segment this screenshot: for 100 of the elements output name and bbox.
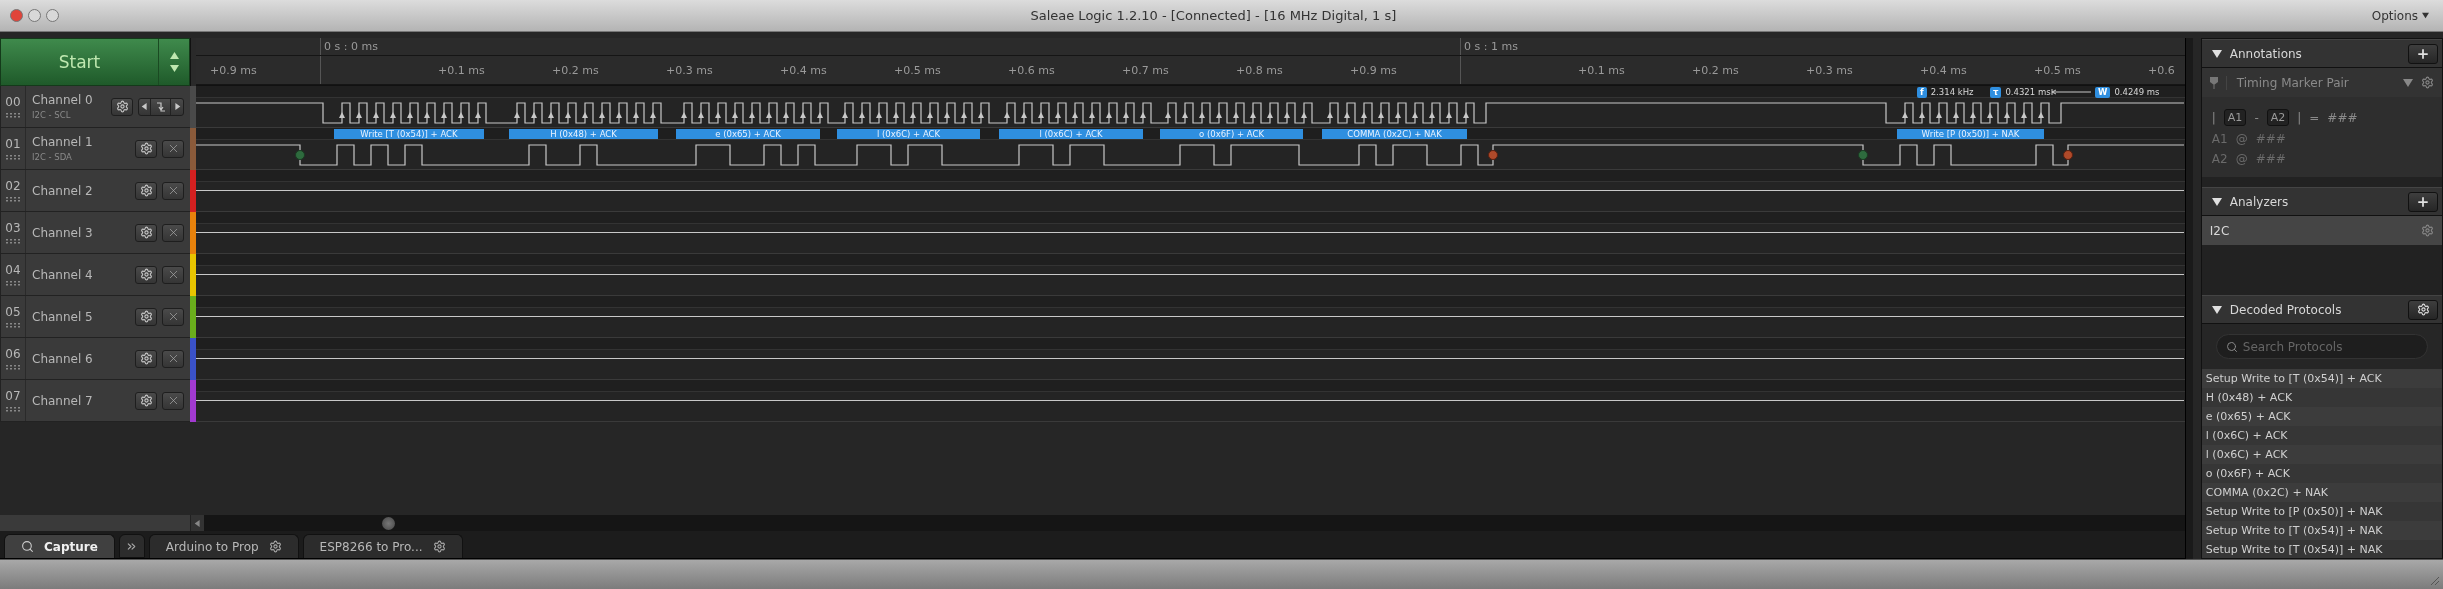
- remove-button[interactable]: [162, 307, 184, 326]
- remove-button[interactable]: [162, 349, 184, 368]
- triangle-down-icon: [2422, 12, 2429, 19]
- gear-icon: [2421, 76, 2434, 89]
- minimize-window-button[interactable]: [28, 9, 41, 22]
- measurement-badge: W: [2095, 86, 2111, 98]
- channel-header[interactable]: 02 Channel 2: [0, 170, 190, 212]
- grip-icon[interactable]: [5, 323, 21, 328]
- close-window-button[interactable]: [10, 9, 23, 22]
- settings-button[interactable]: [111, 97, 133, 116]
- trigger-selector[interactable]: [138, 97, 184, 116]
- settings-button[interactable]: [135, 139, 157, 158]
- tick-label: +0.5 ms: [2034, 64, 2081, 77]
- measurement-value: 0.4249 ms: [2114, 87, 2160, 97]
- channel-header[interactable]: 03 Channel 3: [0, 212, 190, 254]
- grip-icon[interactable]: [5, 239, 21, 244]
- channel-number: 04: [5, 263, 21, 277]
- marker-type-label: Timing Marker Pair: [2225, 75, 2395, 90]
- gear-icon: [139, 310, 153, 323]
- channel-header[interactable]: 01 Channel 1 I2C - SDA: [0, 128, 190, 170]
- decoded-frame-label[interactable]: H (0x48) + ACK: [509, 129, 658, 139]
- add-button[interactable]: [2408, 43, 2438, 64]
- protocol-list-item[interactable]: e (0x65) + ACK: [2201, 407, 2442, 426]
- scroll-thumb[interactable]: [382, 517, 395, 530]
- marker-tag: A1: [2223, 109, 2247, 126]
- search-field[interactable]: Search Protocols: [2215, 334, 2428, 359]
- decoded-frame-label[interactable]: l (0x6C) + ACK: [999, 129, 1143, 139]
- settings-button[interactable]: [2408, 299, 2438, 320]
- grip-icon[interactable]: [5, 281, 21, 286]
- channel-name: Channel 5: [32, 309, 94, 324]
- formula-text: ###: [2327, 110, 2358, 125]
- more-tabs-button[interactable]: [118, 534, 145, 558]
- pin-icon: [2209, 76, 2218, 89]
- remove-button[interactable]: [162, 265, 184, 284]
- protocol-list-item[interactable]: Setup Write to [T (0x54)] + ACK: [2201, 369, 2442, 388]
- tick-label: +0.3 ms: [1806, 64, 1853, 77]
- decoded-frame-label[interactable]: COMMA (0x2C) + NAK: [1322, 129, 1467, 139]
- channel-header[interactable]: 00 Channel 0 I2C - SCL: [0, 86, 190, 128]
- protocol-list-item[interactable]: Setup Write to [T (0x54)] + NAK: [2201, 521, 2442, 540]
- scroll-left-button[interactable]: [190, 515, 204, 531]
- time-ruler[interactable]: 0 s : 0 ms 0 s : 1 ms +0.9 ms +0.1 ms +0.2 ms +0.3 ms +0.4 ms +0.5 ms +0.6 ms +0.7 ms +0.8 ms +0.9 ms +0.1 ms +0.2 ms +0.3 ms +0.4 ms +0.5 ms +0.6: [196, 38, 2185, 86]
- settings-button[interactable]: [135, 349, 157, 368]
- channel-number: 06: [5, 347, 21, 361]
- resize-grip-icon[interactable]: [2428, 574, 2440, 586]
- protocol-list-item[interactable]: COMMA (0x2C) + NAK: [2201, 483, 2442, 502]
- grip-icon[interactable]: [5, 407, 21, 412]
- measurement-badge: τ: [1990, 86, 2002, 98]
- zoom-window-button[interactable]: [46, 9, 59, 22]
- triangle-right-icon: [173, 103, 181, 110]
- channel-header[interactable]: 04 Channel 4: [0, 254, 190, 296]
- options-menu[interactable]: Options: [2367, 8, 2433, 23]
- remove-button[interactable]: [162, 139, 184, 158]
- tab[interactable]: Arduino to Prop: [148, 534, 299, 558]
- gear-icon: [139, 142, 153, 155]
- decoded-frame-label[interactable]: Write [T (0x54)] + ACK: [334, 129, 484, 139]
- channel-number: 00: [5, 95, 21, 109]
- settings-button[interactable]: [135, 391, 157, 410]
- tab[interactable]: ESP8266 to Pro...: [302, 534, 463, 558]
- tick-label: +0.6: [2148, 64, 2175, 77]
- settings-button[interactable]: [135, 223, 157, 242]
- triangle-up-icon: [169, 51, 179, 60]
- triangle-down-icon: [2211, 196, 2222, 207]
- settings-button[interactable]: [135, 265, 157, 284]
- formula-text: |: [2297, 110, 2302, 125]
- protocol-list-item[interactable]: l (0x6C) + ACK: [2201, 445, 2442, 464]
- grip-icon[interactable]: [5, 365, 21, 370]
- grip-icon[interactable]: [5, 197, 21, 202]
- vertical-scrollbar[interactable]: [2184, 38, 2193, 559]
- channel-header[interactable]: 07 Channel 7: [0, 380, 190, 422]
- grip-icon[interactable]: [5, 113, 21, 118]
- tick-label: +0.1 ms: [1578, 64, 1625, 77]
- width-dimension-line: [2051, 86, 2093, 98]
- remove-button[interactable]: [162, 391, 184, 410]
- measurement-badge: f: [1917, 86, 1927, 98]
- triangle-down-icon: [2211, 304, 2222, 315]
- decoded-frame-label[interactable]: o (0x6F) + ACK: [1160, 129, 1303, 139]
- gear-icon: [115, 100, 129, 113]
- grip-icon[interactable]: [5, 155, 21, 160]
- decoded-frame-label[interactable]: l (0x6C) + ACK: [837, 129, 980, 139]
- formula-text: |: [2211, 110, 2216, 125]
- triangle-left-icon: [194, 519, 201, 527]
- decoded-frame-label[interactable]: e (0x65) + ACK: [676, 129, 820, 139]
- tick-label: +0.7 ms: [1122, 64, 1169, 77]
- channel-name: Channel 7: [32, 393, 94, 408]
- add-button[interactable]: [2408, 191, 2438, 212]
- remove-button[interactable]: [162, 223, 184, 242]
- analyzer-item[interactable]: I2C: [2201, 216, 2442, 245]
- remove-button[interactable]: [162, 181, 184, 200]
- gear-icon: [139, 184, 153, 197]
- channel-header[interactable]: 05 Channel 5: [0, 296, 190, 338]
- marker-tag: A2: [2266, 109, 2290, 126]
- time-label: 0 s : 0 ms: [324, 40, 378, 53]
- tick-label: +0.2 ms: [1692, 64, 1739, 77]
- channel-number: 01: [5, 137, 21, 151]
- tab[interactable]: Capture: [4, 534, 115, 558]
- settings-button[interactable]: [135, 181, 157, 200]
- channel-name: Channel 1: [32, 135, 94, 149]
- decoded-frame-label[interactable]: Write [P (0x50)] + NAK: [1897, 129, 2044, 139]
- settings-button[interactable]: [135, 307, 157, 326]
- channel-header[interactable]: 06 Channel 6: [0, 338, 190, 380]
